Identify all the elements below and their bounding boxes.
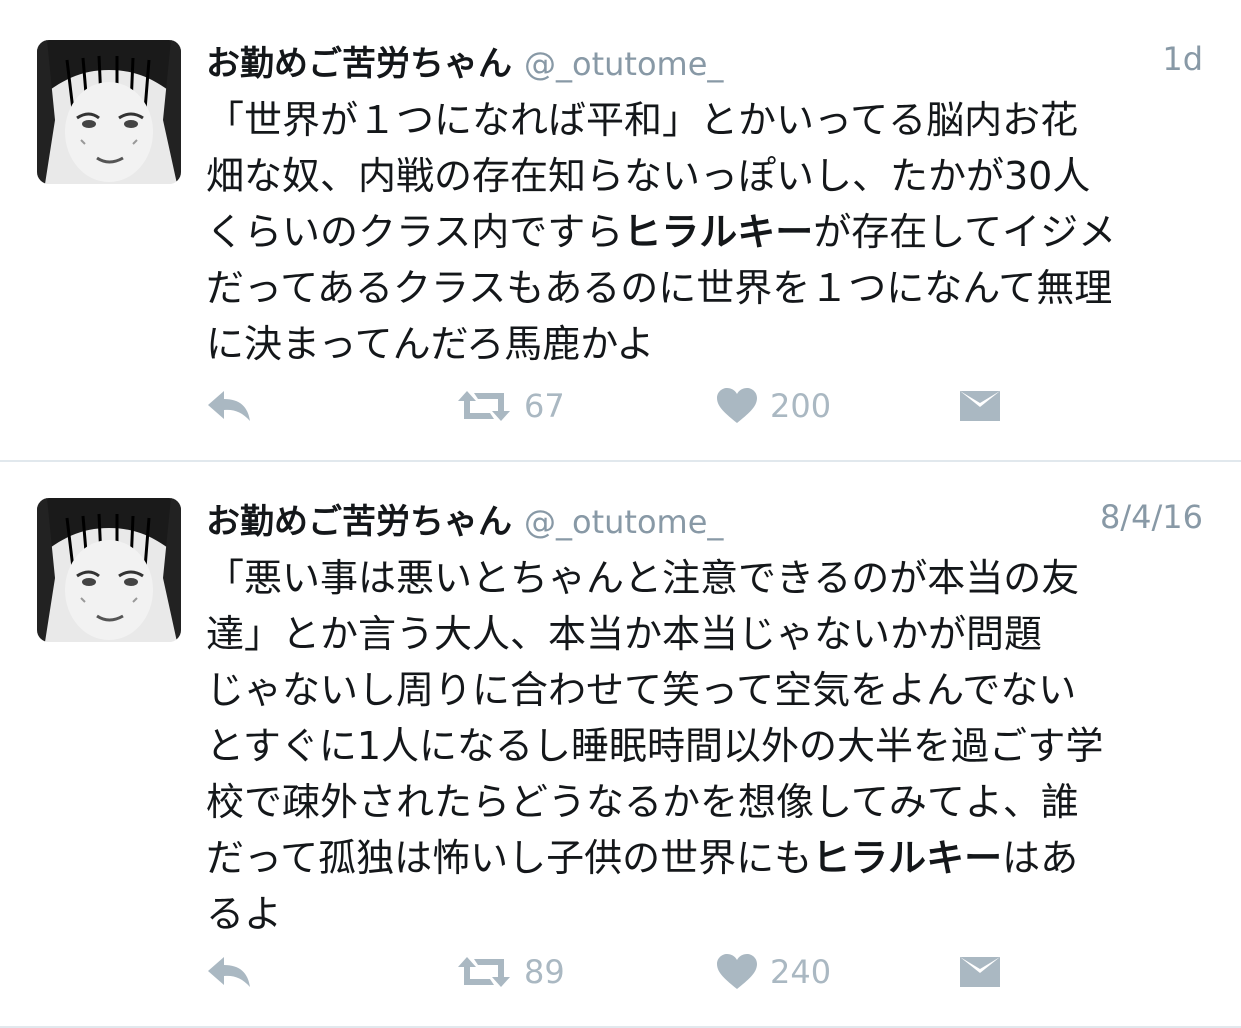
retweet-icon <box>458 957 510 987</box>
timestamp[interactable]: 8/4/16 <box>1100 498 1203 536</box>
tweet-text-line: じゃないし周りに合わせて笑って空気をよんでない <box>206 668 1077 712</box>
tweet-header: お勤めご苦労ちゃん @_otutome_ 1d <box>206 36 1203 84</box>
tweet-text-line: とすぐに1人になるし睡眠時間以外の大半を過ごす学 <box>206 724 1104 768</box>
user-handle[interactable]: @_otutome_ <box>524 503 723 541</box>
display-name[interactable]: お勤めご苦労ちゃん <box>206 502 512 542</box>
direct-message-button[interactable] <box>958 944 1002 1000</box>
timestamp[interactable]: 1d <box>1162 40 1203 78</box>
tweet-text-line: るよ <box>206 892 283 936</box>
reply-icon <box>208 391 250 421</box>
tweet-text-line: 「悪い事は悪いとちゃんと注意できるのが本当の友 <box>206 556 1080 600</box>
reply-icon <box>208 957 250 987</box>
like-count: 240 <box>770 953 832 991</box>
avatar[interactable] <box>37 498 181 642</box>
tweet-actions: 67 200 <box>206 378 1026 434</box>
like-button[interactable]: 200 <box>716 378 831 434</box>
retweet-icon <box>458 391 510 421</box>
tweet-text: 「悪い事は悪いとちゃんと注意できるのが本当の友 達」とか言う大人、本当か本当じゃ… <box>206 550 1206 942</box>
avatar-image <box>37 498 181 642</box>
tweet-text-line: 達」とか言う大人、本当か本当じゃないかが問題 <box>206 612 1043 656</box>
avatar[interactable] <box>37 40 181 184</box>
text-segment: が存在してイジメ <box>813 210 1117 254</box>
retweet-button[interactable]: 89 <box>456 944 565 1000</box>
reply-button[interactable] <box>206 378 252 434</box>
bold-text-segment: ヒラルキー <box>623 210 814 254</box>
tweet-text-line: 畑な奴、内戦の存在知らないっぽいし、たかが30人 <box>206 154 1091 198</box>
tweet-text-line: に決まってんだろ馬鹿かよ <box>206 322 655 366</box>
bold-text-segment: ヒラルキー <box>812 836 1003 880</box>
direct-message-button[interactable] <box>958 378 1002 434</box>
retweet-button[interactable]: 67 <box>456 378 565 434</box>
tweet[interactable]: お勤めご苦労ちゃん @_otutome_ 8/4/16 「悪い事は悪いとちゃんと注… <box>0 462 1241 1028</box>
envelope-icon <box>960 391 1000 421</box>
tweet-actions: 89 240 <box>206 944 1026 1000</box>
text-segment: はあ <box>1002 836 1079 880</box>
tweet-text-line: くらいのクラス内ですらヒラルキーが存在してイジメ <box>206 204 1206 260</box>
tweet-text: 「世界が１つになれば平和」とかいってる脳内お花 畑な奴、内戦の存在知らないっぽい… <box>206 92 1206 372</box>
avatar-image <box>37 40 181 184</box>
retweet-count: 67 <box>524 387 565 425</box>
like-count: 200 <box>770 387 832 425</box>
display-name[interactable]: お勤めご苦労ちゃん <box>206 44 512 84</box>
heart-icon <box>717 388 757 423</box>
like-button[interactable]: 240 <box>716 944 831 1000</box>
envelope-icon <box>960 957 1000 987</box>
tweet-text-line: だって孤独は怖いし子供の世界にもヒラルキーはあ <box>206 830 1206 886</box>
user-handle[interactable]: @_otutome_ <box>524 45 723 83</box>
text-segment: くらいのクラス内ですら <box>206 210 624 254</box>
heart-icon <box>717 954 757 989</box>
tweet-header: お勤めご苦労ちゃん @_otutome_ 8/4/16 <box>206 494 1203 542</box>
tweet-text-line: だってあるクラスもあるのに世界を１つになんて無理 <box>206 266 1113 310</box>
retweet-count: 89 <box>524 953 565 991</box>
tweet[interactable]: お勤めご苦労ちゃん @_otutome_ 1d 「世界が１つになれば平和」とかいっ… <box>0 0 1241 462</box>
text-segment: だって孤独は怖いし子供の世界にも <box>206 836 813 880</box>
reply-button[interactable] <box>206 944 252 1000</box>
tweet-text-line: 校で疎外されたらどうなるかを想像してみてよ、誰 <box>206 780 1079 824</box>
tweet-text-line: 「世界が１つになれば平和」とかいってる脳内お花 <box>206 98 1079 142</box>
